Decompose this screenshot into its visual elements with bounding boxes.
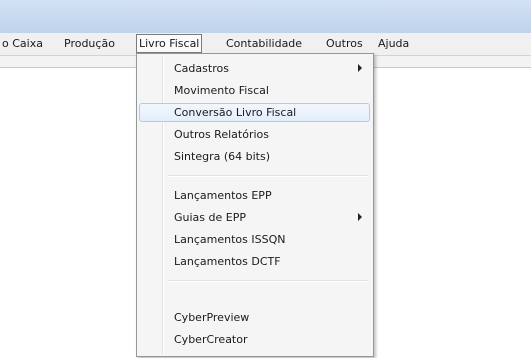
menu-item-label: Conversão Livro Fiscal — [174, 106, 297, 119]
menu-item-label: Cadastros — [174, 62, 229, 75]
menu-item-outros-relatorios[interactable]: Outros Relatórios — [139, 125, 370, 144]
menu-item-lancamentos-dctf[interactable]: Lançamentos DCTF — [139, 252, 370, 271]
menu-contabilidade[interactable]: Contabilidade — [224, 35, 304, 52]
menu-ajuda[interactable]: Ajuda — [376, 35, 411, 52]
menu-item-label: Guias de EPP — [174, 211, 246, 224]
menu-livro-fiscal[interactable]: Livro Fiscal — [136, 34, 203, 53]
menu-separator — [168, 175, 368, 177]
menu-caixa[interactable]: o Caixa — [0, 35, 45, 52]
livro-fiscal-dropdown: Cadastros Movimento Fiscal Conversão Liv… — [136, 53, 374, 357]
menu-item-label: Movimento Fiscal — [174, 84, 269, 97]
menu-item-guias-de-epp[interactable]: Guias de EPP — [139, 208, 370, 227]
menu-item-label: Lançamentos ISSQN — [174, 233, 286, 246]
menu-item-lancamentos-issqn[interactable]: Lançamentos ISSQN — [139, 230, 370, 249]
menu-item-lancamentos-epp[interactable]: Lançamentos EPP — [139, 186, 370, 205]
menu-item-label: CyberPreview — [174, 311, 250, 324]
menu-item-label: Sintegra (64 bits) — [174, 150, 270, 163]
menu-item-cyberpreview[interactable]: CyberPreview — [139, 308, 370, 327]
window-titlebar — [0, 0, 531, 33]
menu-item-label: CyberCreator — [174, 333, 248, 346]
menu-item-label: Outros Relatórios — [174, 128, 269, 141]
menu-item-conversao-livro-fiscal[interactable]: Conversão Livro Fiscal — [139, 103, 370, 122]
menu-item-label: Lançamentos DCTF — [174, 255, 281, 268]
menu-item-cadastros[interactable]: Cadastros — [139, 59, 370, 78]
menu-outros[interactable]: Outros — [324, 35, 365, 52]
submenu-arrow-icon — [358, 213, 362, 221]
submenu-arrow-icon — [358, 64, 362, 72]
menu-producao[interactable]: Produção — [62, 35, 117, 52]
menu-separator — [168, 280, 368, 282]
menu-item-sintegra[interactable]: Sintegra (64 bits) — [139, 147, 370, 166]
menu-item-movimento-fiscal[interactable]: Movimento Fiscal — [139, 81, 370, 100]
menu-item-label: Lançamentos EPP — [174, 189, 272, 202]
menu-item-cybercreator[interactable]: CyberCreator — [139, 330, 370, 349]
